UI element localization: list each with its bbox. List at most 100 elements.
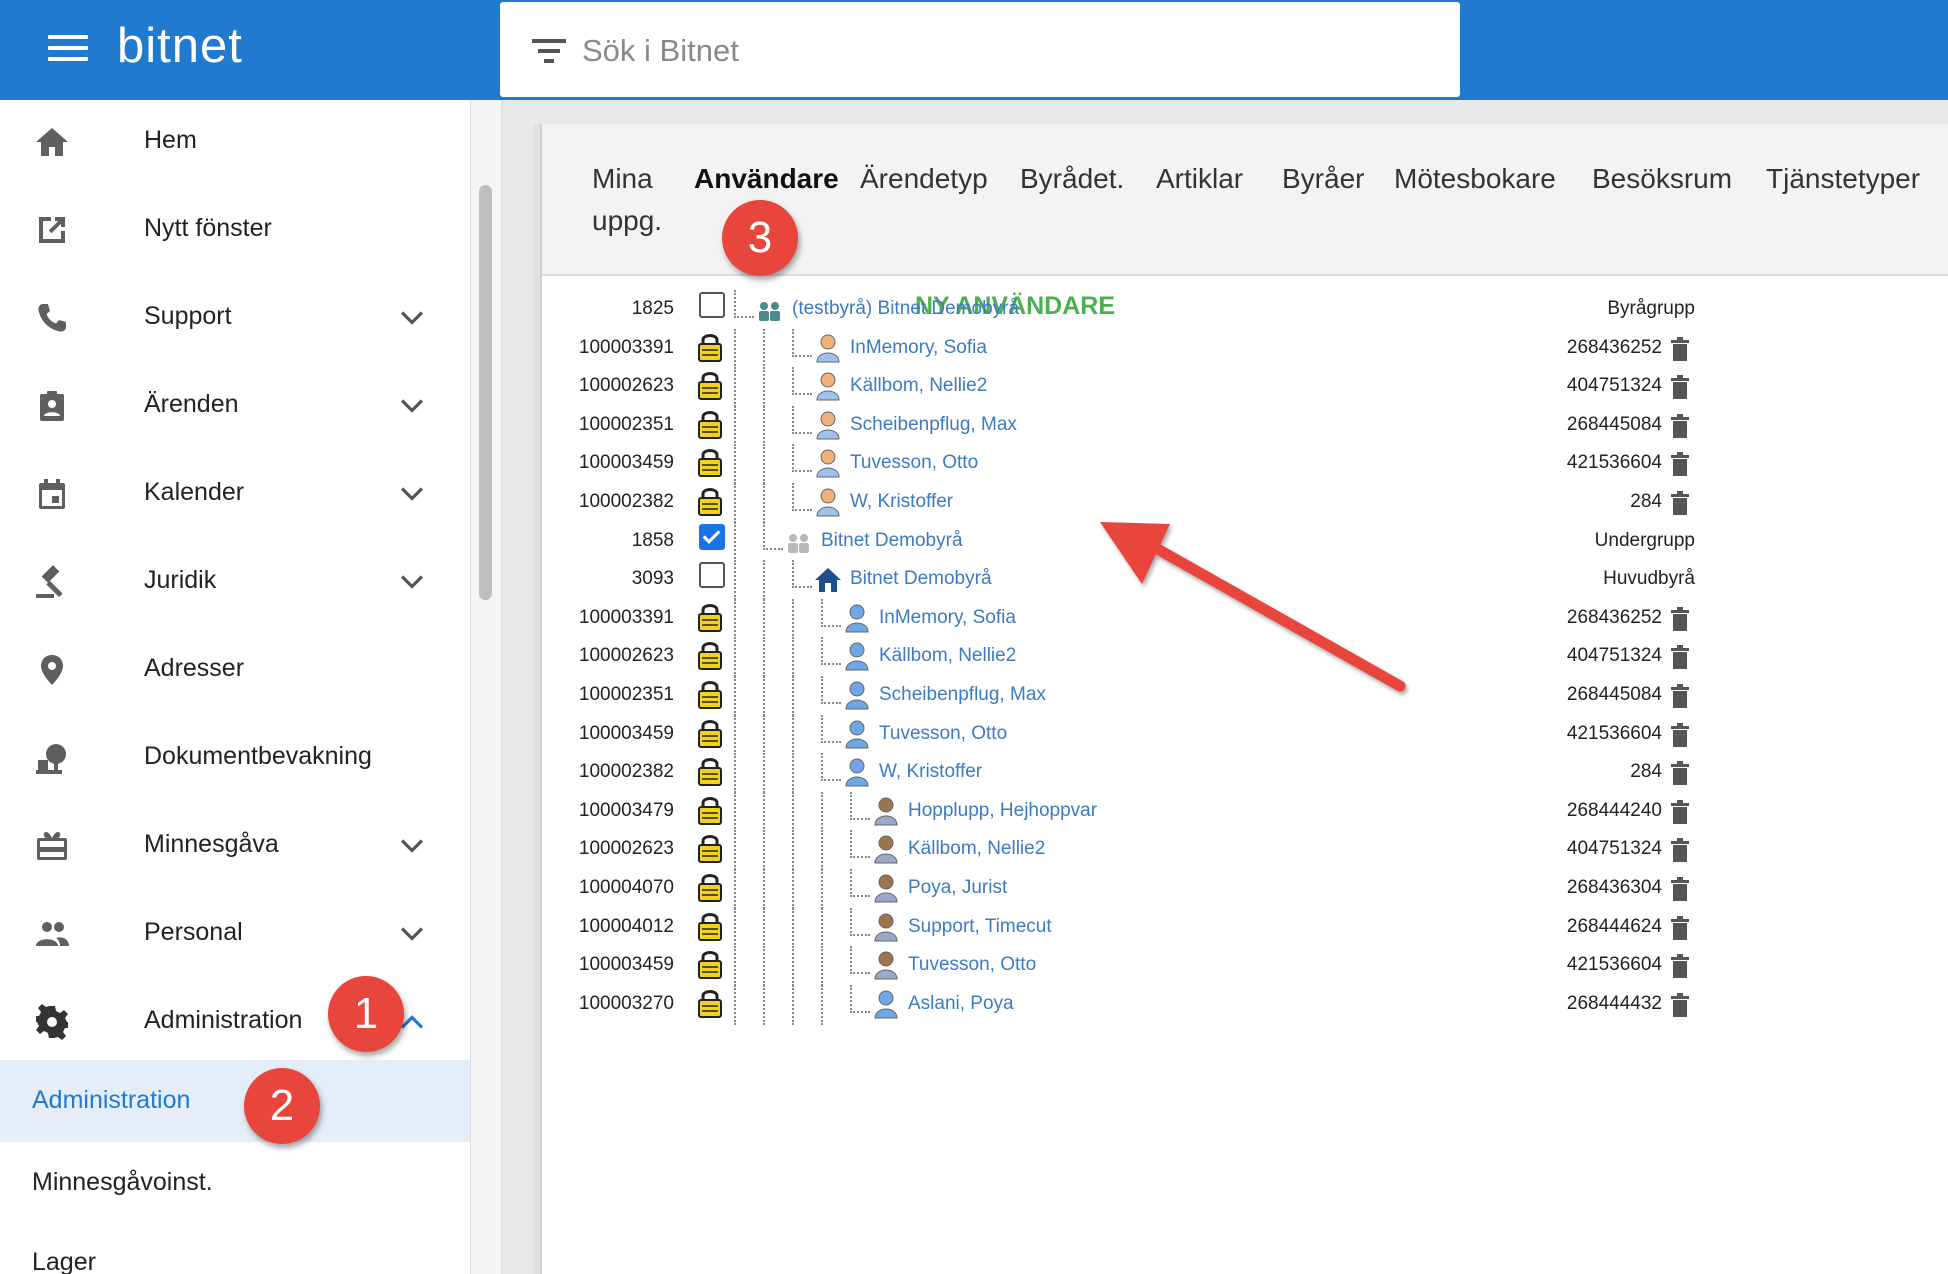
- sidebar-subitem-label: Minnesgåvoinst.: [32, 1168, 213, 1196]
- search-bar[interactable]: [500, 2, 1460, 97]
- user-icon: [814, 448, 842, 478]
- tab-3[interactable]: Byrådet.: [1020, 158, 1124, 200]
- sidebar-item-location-pin[interactable]: Adresser: [0, 628, 470, 716]
- chevron-down-icon[interactable]: [398, 572, 426, 592]
- sidebar-item-label: Adresser: [144, 654, 245, 682]
- sidebar-item-label: Hem: [144, 126, 197, 154]
- sidebar-item-label: Nytt fönster: [144, 214, 272, 242]
- tree-node-link[interactable]: Scheibenpflug, Max: [879, 684, 1046, 706]
- tree-node-link[interactable]: Poya, Jurist: [908, 877, 1007, 899]
- tree-node-link[interactable]: Aslani, Poya: [908, 993, 1014, 1015]
- trash-icon[interactable]: [1670, 684, 1690, 710]
- tree-node-link[interactable]: Tuvesson, Otto: [850, 452, 978, 474]
- sidebar-item-label: Juridik: [144, 566, 217, 594]
- search-input[interactable]: [580, 22, 1404, 80]
- tab-1[interactable]: Användare: [694, 158, 839, 200]
- chevron-down-icon[interactable]: [398, 396, 426, 416]
- row-number: 268444240: [1566, 800, 1662, 821]
- user-icon: [843, 719, 871, 749]
- trash-icon[interactable]: [1670, 337, 1690, 363]
- row-number: 404751324: [1566, 838, 1662, 859]
- trash-icon[interactable]: [1670, 491, 1690, 517]
- tree-node-link[interactable]: InMemory, Sofia: [879, 607, 1016, 629]
- trash-icon[interactable]: [1670, 414, 1690, 440]
- trash-icon[interactable]: [1670, 645, 1690, 671]
- chevron-down-icon[interactable]: [398, 484, 426, 504]
- tree-node-link[interactable]: W, Kristoffer: [879, 761, 982, 783]
- calendar-icon: [34, 476, 70, 512]
- trash-icon[interactable]: [1670, 800, 1690, 826]
- row-number: 268444432: [1566, 993, 1662, 1014]
- group-icon: [756, 294, 784, 324]
- user-icon: [843, 680, 871, 710]
- user-icon: [872, 834, 900, 864]
- sidebar-item-phone[interactable]: Support: [0, 276, 470, 364]
- sidebar-subitem[interactable]: Administration: [0, 1060, 470, 1142]
- user-icon: [843, 757, 871, 787]
- tab-6[interactable]: Mötesbokare: [1394, 158, 1556, 200]
- sidebar-item-open-in-new[interactable]: Nytt fönster: [0, 188, 470, 276]
- sidebar-item-gift-card[interactable]: Minnesgåva: [0, 804, 470, 892]
- tree-node-link[interactable]: InMemory, Sofia: [850, 337, 987, 359]
- user-icon: [872, 950, 900, 980]
- sidebar: Hem Nytt fönster Support Ärenden Kalender Jur…: [0, 100, 470, 1274]
- sidebar-subitem[interactable]: Minnesgåvoinst.: [0, 1142, 470, 1224]
- tree-node-link[interactable]: Hopplupp, Hejhoppvar: [908, 800, 1097, 822]
- tree-node-link[interactable]: Support, Timecut: [908, 916, 1052, 938]
- row-type: Huvudbyrå: [1603, 568, 1695, 589]
- tree-node-link[interactable]: Tuvesson, Otto: [908, 954, 1036, 976]
- tree-node-link[interactable]: Bitnet Demobyrå: [821, 530, 963, 552]
- trash-icon[interactable]: [1670, 375, 1690, 401]
- hamburger-menu-icon[interactable]: [48, 35, 88, 65]
- trash-icon[interactable]: [1670, 877, 1690, 903]
- gift-card-icon: [34, 828, 70, 864]
- chevron-down-icon[interactable]: [398, 924, 426, 944]
- tab-4[interactable]: Artiklar: [1156, 158, 1243, 200]
- tree-node-link[interactable]: Scheibenpflug, Max: [850, 414, 1017, 436]
- trash-icon[interactable]: [1670, 993, 1690, 1019]
- trash-icon[interactable]: [1670, 954, 1690, 980]
- sidebar-item-people[interactable]: Personal: [0, 892, 470, 980]
- sidebar-item-clipboard-person[interactable]: Ärenden: [0, 364, 470, 452]
- tree-node-link[interactable]: Källbom, Nellie2: [879, 645, 1016, 667]
- sidebar-item-label: Administration: [144, 1006, 303, 1034]
- tree-node-link[interactable]: Källbom, Nellie2: [850, 375, 987, 397]
- tree-node-link[interactable]: W, Kristoffer: [850, 491, 953, 513]
- annotation-arrow: [1100, 522, 1406, 692]
- tree-node-link[interactable]: Bitnet Demobyrå: [850, 568, 992, 590]
- tab-5[interactable]: Byråer: [1282, 158, 1364, 200]
- row-number: 404751324: [1566, 645, 1662, 666]
- row-number: 268445084: [1566, 414, 1662, 435]
- user-icon: [814, 487, 842, 517]
- tree-node-link[interactable]: (testbyrå) Bitnet Demobyrå: [792, 298, 1019, 320]
- tree-node-link[interactable]: Källbom, Nellie2: [908, 838, 1045, 860]
- sidebar-item-calendar[interactable]: Kalender: [0, 452, 470, 540]
- sidebar-subitem[interactable]: Lager: [0, 1222, 470, 1274]
- chevron-down-icon[interactable]: [398, 308, 426, 328]
- sidebar-item-home[interactable]: Hem: [0, 100, 470, 188]
- trash-icon[interactable]: [1670, 838, 1690, 864]
- user-icon: [843, 641, 871, 671]
- tab-0[interactable]: Mina uppg.: [592, 158, 662, 242]
- filter-icon[interactable]: [532, 38, 566, 64]
- row-number: 284: [1630, 761, 1662, 782]
- sidebar-scrollbar[interactable]: [470, 100, 502, 1274]
- gear-icon: [34, 1004, 70, 1040]
- gavel-icon: [34, 564, 70, 600]
- sidebar-item-document-watch[interactable]: Dokumentbevakning: [0, 716, 470, 804]
- tree-node-link[interactable]: Tuvesson, Otto: [879, 723, 1007, 745]
- sidebar-item-gavel[interactable]: Juridik: [0, 540, 470, 628]
- trash-icon[interactable]: [1670, 452, 1690, 478]
- trash-icon[interactable]: [1670, 761, 1690, 787]
- sidebar-scrollbar-thumb[interactable]: [479, 185, 492, 600]
- app-brand[interactable]: bitnet: [117, 18, 243, 74]
- tab-7[interactable]: Besöksrum: [1592, 158, 1732, 200]
- tab-8[interactable]: Tjänstetyper: [1766, 158, 1920, 200]
- trash-icon[interactable]: [1670, 916, 1690, 942]
- sidebar-item-label: Ärenden: [144, 390, 239, 418]
- chevron-down-icon[interactable]: [398, 836, 426, 856]
- trash-icon[interactable]: [1670, 723, 1690, 749]
- row-number: 421536604: [1566, 452, 1662, 473]
- trash-icon[interactable]: [1670, 607, 1690, 633]
- tab-2[interactable]: Ärendetyp: [860, 158, 988, 200]
